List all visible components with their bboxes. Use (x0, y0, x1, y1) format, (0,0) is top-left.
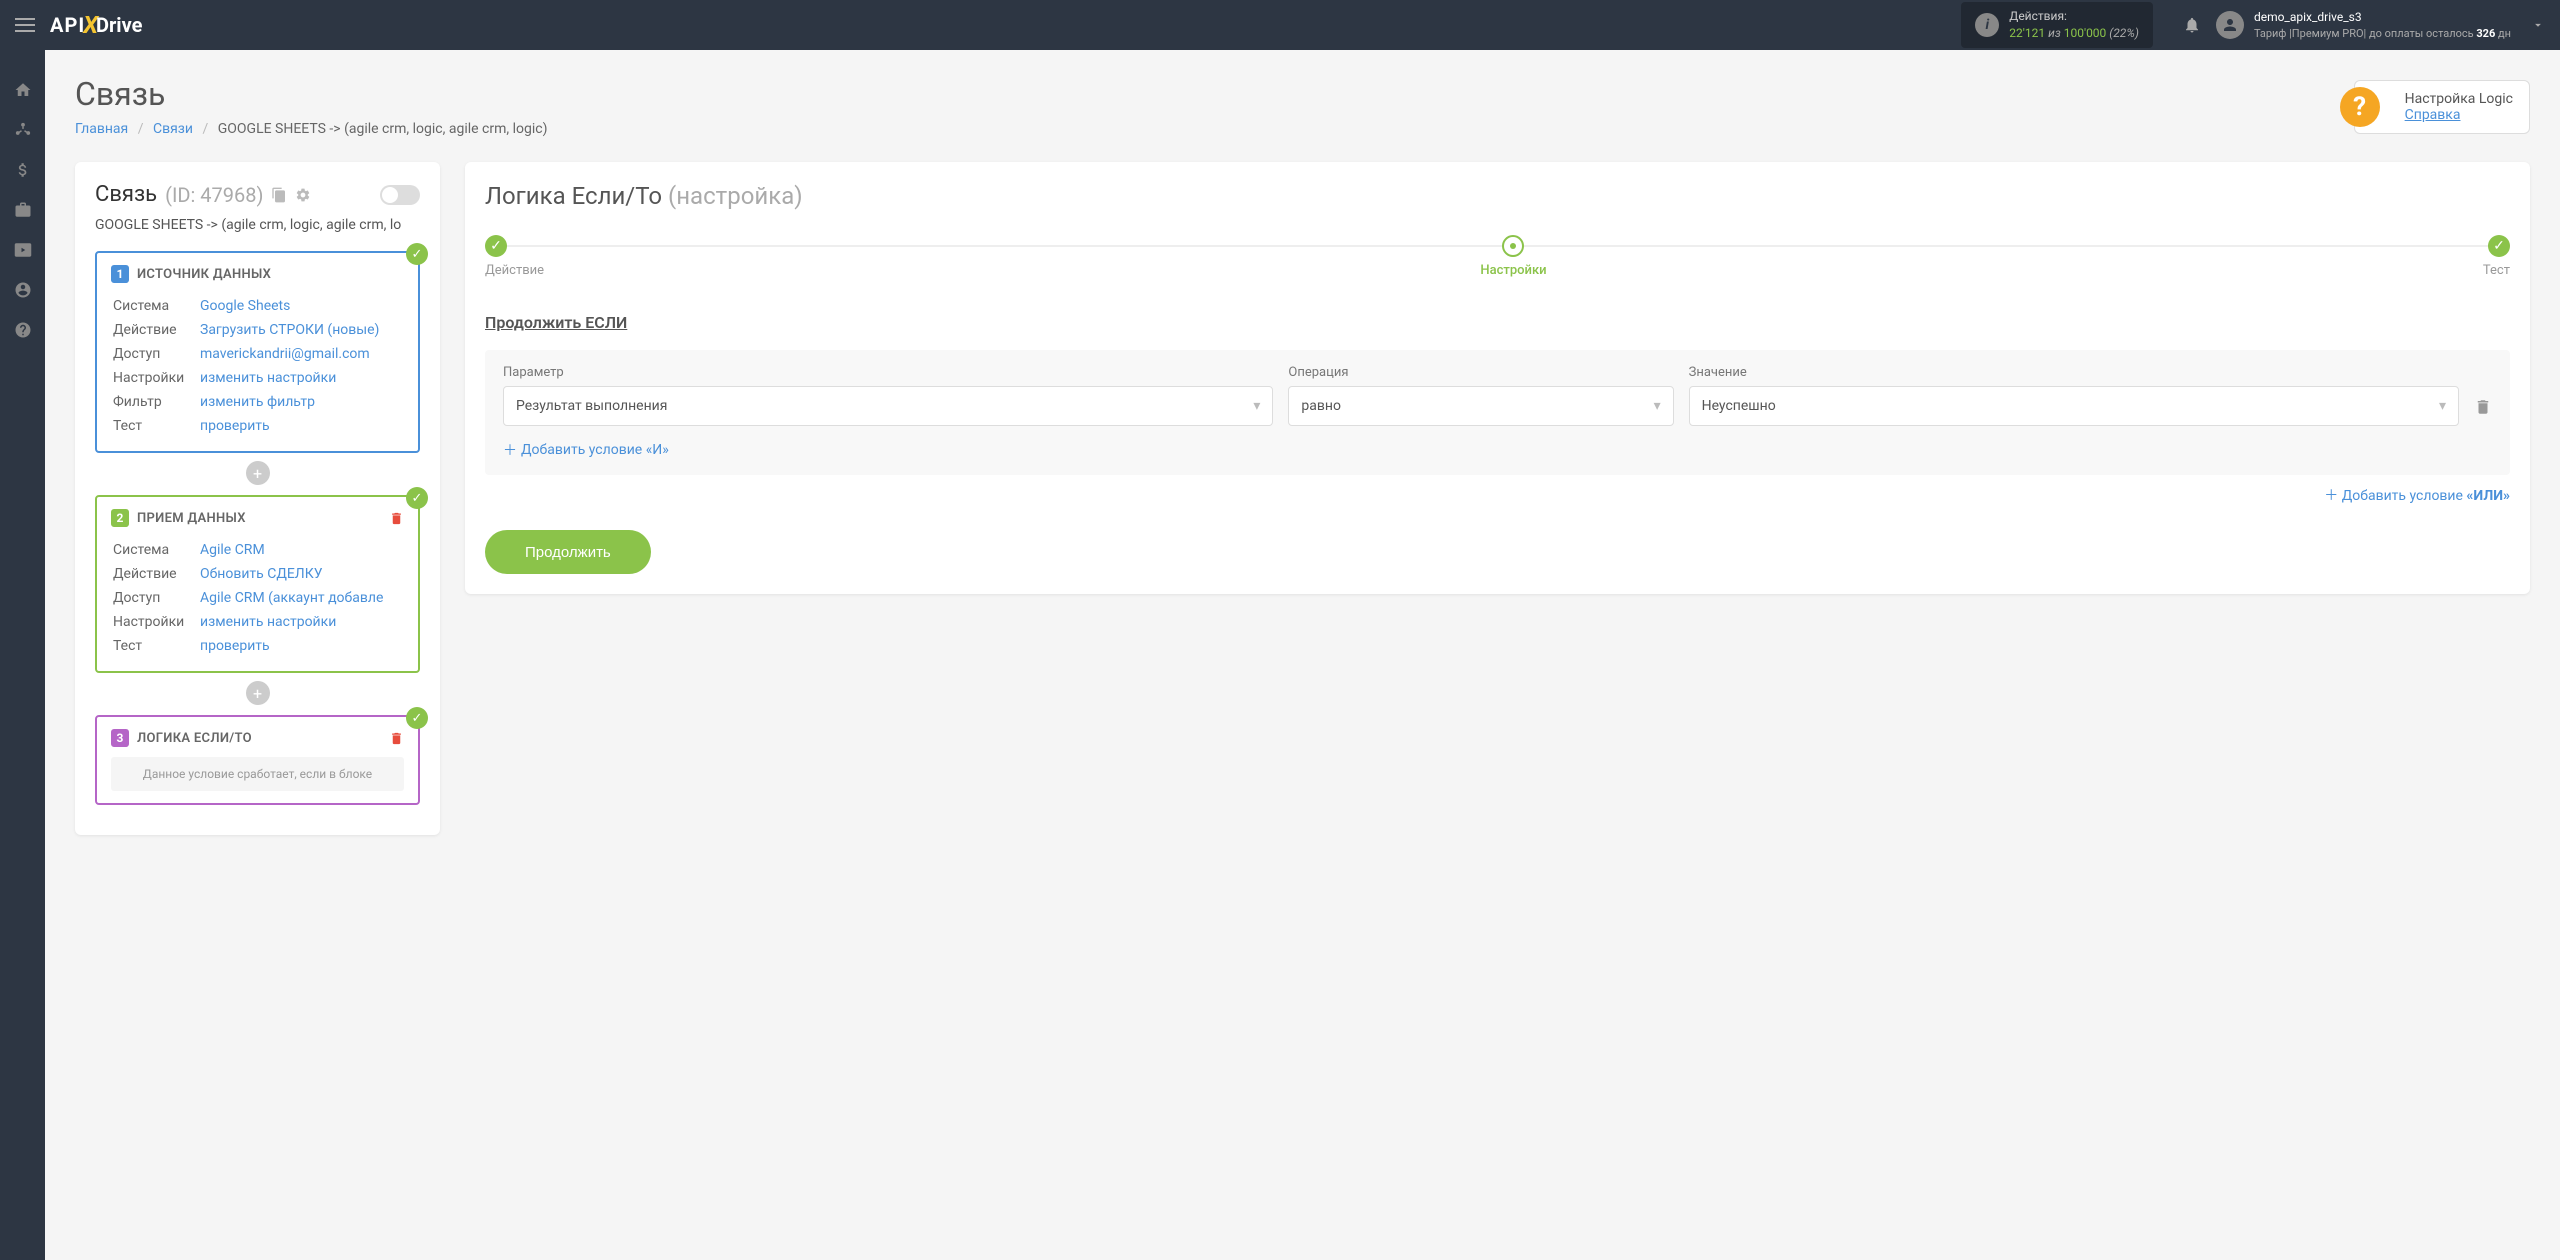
sidebar-video[interactable] (0, 230, 45, 270)
chevron-down-icon: ▾ (1253, 398, 1260, 414)
source-settings[interactable]: изменить настройки (200, 370, 336, 386)
stepper-action[interactable]: ✓ Действие (485, 235, 544, 278)
trash-icon[interactable] (389, 731, 404, 746)
step-logic[interactable]: ✓ 3 ЛОГИКА ЕСЛИ/ТО Данное условие сработ… (95, 715, 420, 805)
add-and-condition[interactable]: ＋Добавить условие «И» (503, 440, 669, 460)
tariff-info: Тариф |Премиум PRO| до оплаты осталось 3… (2254, 26, 2511, 41)
check-icon: ✓ (406, 707, 428, 729)
notifications-icon[interactable] (2183, 16, 2201, 34)
check-icon: ✓ (406, 487, 428, 509)
step-number: 1 (111, 265, 129, 283)
step-title-text: ЛОГИКА ЕСЛИ/ТО (137, 731, 252, 746)
menu-toggle[interactable] (15, 14, 35, 36)
add-step-button[interactable]: + (246, 681, 270, 705)
help-title: Настройка Logic (2405, 91, 2513, 107)
label-parameter: Параметр (503, 365, 1273, 380)
step-number: 3 (111, 729, 129, 747)
source-access[interactable]: maverickandrii@gmail.com (200, 346, 370, 362)
actions-of: из (2048, 26, 2061, 40)
dest-access[interactable]: Agile CRM (аккаунт добавле (200, 590, 383, 606)
sidebar-home[interactable] (0, 70, 45, 110)
chevron-down-icon: ▾ (1654, 398, 1661, 414)
progress-stepper: ✓ Действие Настройки ✓ Тест (485, 235, 2510, 278)
continue-button[interactable]: Продолжить (485, 530, 651, 574)
label-value: Значение (1689, 365, 2459, 380)
step-destination[interactable]: ✓ 2 ПРИЕМ ДАННЫХ СистемаAgile CRM Действ… (95, 495, 420, 673)
breadcrumb: Главная / Связи / GOOGLE SHEETS -> (agil… (75, 121, 2530, 137)
source-test[interactable]: проверить (200, 418, 270, 434)
logo[interactable]: APIXDrive (50, 11, 142, 39)
add-or-condition[interactable]: ＋ Добавить условие «ИЛИ» (485, 485, 2510, 505)
actions-used: 22'121 (2009, 26, 2045, 40)
stepper-settings[interactable]: Настройки (1480, 235, 1546, 278)
sidebar-profile[interactable] (0, 270, 45, 310)
connection-title: Связь (95, 182, 157, 207)
condition-row: Параметр Результат выполнения ▾ Операция… (485, 350, 2510, 475)
dest-action[interactable]: Обновить СДЕЛКУ (200, 566, 323, 582)
actions-total: 100'000 (2064, 26, 2107, 40)
breadcrumb-current: GOOGLE SHEETS -> (agile crm, logic, agil… (218, 121, 548, 137)
trash-icon[interactable] (389, 511, 404, 526)
chevron-down-icon[interactable] (2531, 18, 2545, 32)
dest-test[interactable]: проверить (200, 638, 270, 654)
connection-name: GOOGLE SHEETS -> (agile crm, logic, agil… (95, 217, 420, 233)
check-icon: ✓ (406, 243, 428, 265)
help-icon[interactable]: ? (2340, 87, 2380, 127)
source-action[interactable]: Загрузить СТРОКИ (новые) (200, 322, 379, 338)
actions-pct: (22%) (2109, 26, 2139, 40)
logic-panel-title: Логика Если/То (настройка) (485, 182, 2510, 210)
help-panel: ? Настройка Logic Справка (2354, 80, 2530, 134)
sidebar-connections[interactable] (0, 110, 45, 150)
sidebar-help[interactable] (0, 310, 45, 350)
actions-label: Действия: (2009, 8, 2139, 25)
label-operation: Операция (1288, 365, 1673, 380)
dest-system[interactable]: Agile CRM (200, 542, 265, 558)
stepper-test[interactable]: ✓ Тест (2483, 235, 2510, 278)
user-menu[interactable]: demo_apix_drive_s3 Тариф |Премиум PRO| д… (2216, 9, 2511, 41)
step-title-text: ИСТОЧНИК ДАННЫХ (137, 267, 271, 282)
source-system[interactable]: Google Sheets (200, 298, 290, 314)
source-filter[interactable]: изменить фильтр (200, 394, 315, 410)
step-source[interactable]: ✓ 1 ИСТОЧНИК ДАННЫХ СистемаGoogle Sheets… (95, 251, 420, 453)
actions-counter[interactable]: i Действия: 22'121 из 100'000 (22%) (1961, 2, 2153, 48)
connection-toggle[interactable] (380, 185, 420, 205)
delete-condition-button[interactable] (2474, 398, 2492, 426)
avatar-icon (2216, 11, 2244, 39)
sidebar-billing[interactable] (0, 150, 45, 190)
select-parameter[interactable]: Результат выполнения ▾ (503, 386, 1273, 426)
page-title: Связь (75, 75, 2530, 113)
sidebar-briefcase[interactable] (0, 190, 45, 230)
dest-settings[interactable]: изменить настройки (200, 614, 336, 630)
add-step-button[interactable]: + (246, 461, 270, 485)
connection-id: (ID: 47968) (165, 183, 263, 207)
select-value[interactable]: Неуспешно ▾ (1689, 386, 2459, 426)
info-icon: i (1975, 13, 1999, 37)
logic-note: Данное условие сработает, если в блоке (111, 757, 404, 791)
copy-icon[interactable] (271, 187, 287, 203)
topbar: APIXDrive i Действия: 22'121 из 100'000 … (0, 0, 2560, 50)
user-name: demo_apix_drive_s3 (2254, 9, 2511, 26)
help-link[interactable]: Справка (2405, 107, 2461, 123)
chevron-down-icon: ▾ (2439, 398, 2446, 414)
select-operation[interactable]: равно ▾ (1288, 386, 1673, 426)
gear-icon[interactable] (295, 187, 311, 203)
sidebar (0, 50, 45, 1260)
step-title-text: ПРИЕМ ДАННЫХ (137, 511, 246, 526)
step-number: 2 (111, 509, 129, 527)
breadcrumb-links[interactable]: Связи (153, 121, 193, 137)
section-continue-if: Продолжить ЕСЛИ (485, 313, 2510, 332)
breadcrumb-home[interactable]: Главная (75, 121, 128, 137)
